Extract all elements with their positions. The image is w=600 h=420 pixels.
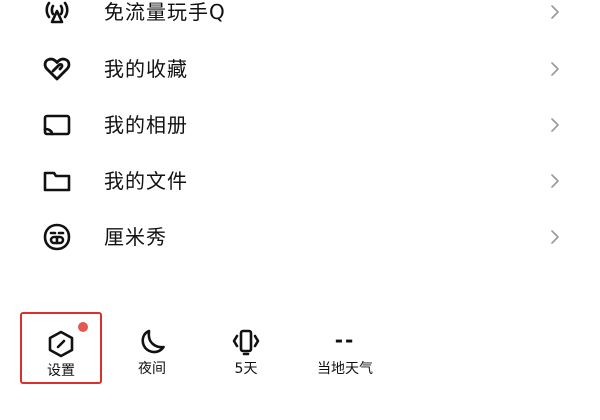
days-button[interactable]: 5天 bbox=[206, 312, 286, 384]
menu-item-label: 我的文件 bbox=[104, 169, 188, 193]
menu-item-files[interactable]: 我的文件 bbox=[0, 153, 600, 209]
heart-link-icon bbox=[40, 52, 74, 86]
weather-value: -- bbox=[334, 328, 356, 352]
menu-item-label: 我的收藏 bbox=[104, 57, 188, 81]
chevron-right-icon bbox=[548, 229, 562, 245]
broadcast-icon bbox=[40, 0, 74, 29]
notification-dot bbox=[78, 322, 88, 332]
chevron-right-icon bbox=[548, 61, 562, 77]
menu-item-label: 免流量玩手Q bbox=[104, 0, 226, 24]
settings-button[interactable]: 设置 bbox=[20, 312, 102, 384]
settings-label: 设置 bbox=[47, 363, 75, 379]
cast-screen-icon bbox=[40, 108, 74, 142]
bottom-action-bar: 设置 夜间 5天 -- 当地天气 bbox=[0, 312, 600, 392]
folder-icon bbox=[40, 164, 74, 198]
menu-item-label: 我的相册 bbox=[104, 113, 188, 137]
weather-label: 当地天气 bbox=[317, 361, 373, 377]
menu-item-cmshow[interactable]: 厘米秀 bbox=[0, 209, 600, 265]
moon-icon bbox=[137, 327, 167, 357]
weather-button[interactable]: -- 当地天气 bbox=[300, 312, 390, 384]
settings-hexagon-icon bbox=[46, 329, 76, 359]
night-mode-label: 夜间 bbox=[138, 361, 166, 377]
menu-item-favorites[interactable]: 我的收藏 bbox=[0, 41, 600, 97]
side-drawer: 免流量玩手Q 我的收藏 我的相册 我的文件 厘米秀 设置 夜间 5天 -- 当地… bbox=[0, 0, 600, 420]
chevron-right-icon bbox=[548, 4, 562, 20]
menu-item-label: 厘米秀 bbox=[104, 225, 167, 249]
phone-vibrate-icon bbox=[231, 327, 261, 357]
chevron-right-icon bbox=[548, 117, 562, 133]
menu-item-free-data[interactable]: 免流量玩手Q bbox=[0, 0, 600, 40]
menu-item-album[interactable]: 我的相册 bbox=[0, 97, 600, 153]
night-mode-button[interactable]: 夜间 bbox=[112, 312, 192, 384]
chevron-right-icon bbox=[548, 173, 562, 189]
smile-face-icon bbox=[40, 220, 74, 254]
days-label: 5天 bbox=[234, 361, 258, 377]
